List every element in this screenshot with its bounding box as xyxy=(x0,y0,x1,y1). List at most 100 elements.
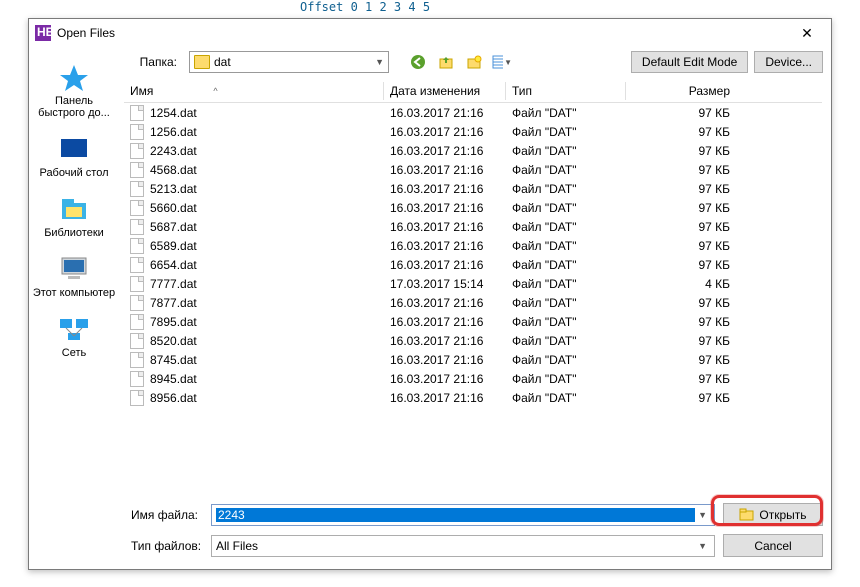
file-type: Файл "DAT" xyxy=(506,106,626,120)
file-size: 97 КБ xyxy=(626,125,736,139)
file-icon xyxy=(130,105,144,121)
file-date: 16.03.2017 21:16 xyxy=(384,125,506,139)
place-libs[interactable]: Библиотеки xyxy=(31,193,117,239)
file-name: 6654.dat xyxy=(150,258,197,272)
file-row[interactable]: 4568.dat16.03.2017 21:16Файл "DAT"97 КБ xyxy=(124,160,822,179)
file-type: Файл "DAT" xyxy=(506,372,626,386)
folder-label: Папка: xyxy=(123,55,183,69)
file-size: 97 КБ xyxy=(626,144,736,158)
place-label: Рабочий стол xyxy=(31,167,117,179)
file-size: 97 КБ xyxy=(626,391,736,405)
open-folder-icon xyxy=(739,508,755,522)
file-icon xyxy=(130,295,144,311)
file-icon xyxy=(130,219,144,235)
file-row[interactable]: 7777.dat17.03.2017 15:14Файл "DAT"4 КБ xyxy=(124,274,822,293)
file-type: Файл "DAT" xyxy=(506,144,626,158)
file-row[interactable]: 6589.dat16.03.2017 21:16Файл "DAT"97 КБ xyxy=(124,236,822,255)
chevron-down-icon[interactable]: ▼ xyxy=(695,510,710,520)
file-size: 97 КБ xyxy=(626,334,736,348)
file-type: Файл "DAT" xyxy=(506,353,626,367)
file-name: 2243.dat xyxy=(150,144,197,158)
file-date: 17.03.2017 15:14 xyxy=(384,277,506,291)
file-size: 4 КБ xyxy=(626,277,736,291)
place-thispc[interactable]: Этот компьютер xyxy=(31,253,117,299)
file-icon xyxy=(130,352,144,368)
file-type: Файл "DAT" xyxy=(506,239,626,253)
up-button[interactable] xyxy=(435,51,457,73)
sort-indicator-icon: ^ xyxy=(213,86,217,96)
file-date: 16.03.2017 21:16 xyxy=(384,220,506,234)
file-type: Файл "DAT" xyxy=(506,201,626,215)
column-type[interactable]: Тип xyxy=(506,80,626,102)
file-row[interactable]: 7877.dat16.03.2017 21:16Файл "DAT"97 КБ xyxy=(124,293,822,312)
default-edit-mode-button[interactable]: Default Edit Mode xyxy=(631,51,748,73)
view-menu-button[interactable]: ▼ xyxy=(491,51,513,73)
file-row[interactable]: 2243.dat 16.03.2017 21:16Файл "DAT"97 КБ xyxy=(124,141,822,160)
file-icon xyxy=(130,200,144,216)
open-button[interactable]: Открыть xyxy=(723,503,823,526)
place-label: Этот компьютер xyxy=(31,287,117,299)
file-name: 8745.dat xyxy=(150,353,197,367)
file-type: Файл "DAT" xyxy=(506,220,626,234)
svg-text:HEX: HEX xyxy=(37,25,51,39)
chevron-down-icon: ▼ xyxy=(375,57,384,67)
column-size[interactable]: Размер xyxy=(626,80,736,102)
file-row[interactable]: 1256.dat16.03.2017 21:16Файл "DAT"97 КБ xyxy=(124,122,822,141)
file-size: 97 КБ xyxy=(626,239,736,253)
new-folder-button[interactable] xyxy=(463,51,485,73)
place-label: Панель быстрого до... xyxy=(31,95,117,119)
file-date: 16.03.2017 21:16 xyxy=(384,334,506,348)
file-row[interactable]: 1254.dat16.03.2017 21:16Файл "DAT"97 КБ xyxy=(124,103,822,122)
file-icon xyxy=(130,238,144,254)
file-row[interactable]: 8520.dat16.03.2017 21:16Файл "DAT"97 КБ xyxy=(124,331,822,350)
file-name: 8956.dat xyxy=(150,391,197,405)
place-label: Библиотеки xyxy=(31,227,117,239)
file-row[interactable]: 8945.dat16.03.2017 21:16Файл "DAT"97 КБ xyxy=(124,369,822,388)
filename-row: Имя файла: 2243 ▼ Открыть xyxy=(123,503,823,526)
file-icon xyxy=(130,333,144,349)
place-network[interactable]: Сеть xyxy=(31,313,117,359)
file-row[interactable]: 8745.dat16.03.2017 21:16Файл "DAT"97 КБ xyxy=(124,350,822,369)
file-size: 97 КБ xyxy=(626,315,736,329)
file-name: 8945.dat xyxy=(150,372,197,386)
cancel-button[interactable]: Cancel xyxy=(723,534,823,557)
file-icon xyxy=(130,314,144,330)
file-date: 16.03.2017 21:16 xyxy=(384,315,506,329)
file-name: 4568.dat xyxy=(150,163,197,177)
file-date: 16.03.2017 21:16 xyxy=(384,144,506,158)
app-icon: HEX xyxy=(35,25,51,41)
open-button-label: Открыть xyxy=(759,508,806,522)
file-row[interactable]: 7895.dat16.03.2017 21:16Файл "DAT"97 КБ xyxy=(124,312,822,331)
column-date[interactable]: Дата изменения xyxy=(384,80,506,102)
file-type: Файл "DAT" xyxy=(506,258,626,272)
file-row[interactable]: 6654.dat16.03.2017 21:16Файл "DAT"97 КБ xyxy=(124,255,822,274)
file-name: 5687.dat xyxy=(150,220,197,234)
file-row[interactable]: 5660.dat16.03.2017 21:16Файл "DAT"97 КБ xyxy=(124,198,822,217)
close-button[interactable]: ✕ xyxy=(787,25,827,42)
file-date: 16.03.2017 21:16 xyxy=(384,201,506,215)
file-size: 97 КБ xyxy=(626,201,736,215)
file-icon xyxy=(130,390,144,406)
column-name[interactable]: Имя^ xyxy=(124,80,384,102)
file-icon xyxy=(130,181,144,197)
quick-icon xyxy=(56,61,92,93)
place-quick[interactable]: Панель быстрого до... xyxy=(31,61,117,119)
place-desktop[interactable]: Рабочий стол xyxy=(31,133,117,179)
file-name: 1256.dat xyxy=(150,125,197,139)
background-fragment: Offset 0 1 2 3 4 5 xyxy=(300,0,430,14)
chevron-down-icon[interactable]: ▼ xyxy=(695,541,710,551)
filename-input[interactable]: 2243 ▼ xyxy=(211,504,715,526)
file-list: Имя^ Дата изменения Тип Размер 1254.dat1… xyxy=(123,79,823,471)
file-icon xyxy=(130,162,144,178)
folder-dropdown[interactable]: dat ▼ xyxy=(189,51,389,73)
file-row[interactable]: 5687.dat16.03.2017 21:16Файл "DAT"97 КБ xyxy=(124,217,822,236)
file-row[interactable]: 5213.dat16.03.2017 21:16Файл "DAT"97 КБ xyxy=(124,179,822,198)
back-button[interactable] xyxy=(407,51,429,73)
filetype-dropdown[interactable]: All Files ▼ xyxy=(211,535,715,557)
file-type: Файл "DAT" xyxy=(506,182,626,196)
device-button[interactable]: Device... xyxy=(754,51,823,73)
file-size: 97 КБ xyxy=(626,353,736,367)
folder-icon xyxy=(194,55,210,69)
file-type: Файл "DAT" xyxy=(506,334,626,348)
file-row[interactable]: 8956.dat16.03.2017 21:16Файл "DAT"97 КБ xyxy=(124,388,822,407)
